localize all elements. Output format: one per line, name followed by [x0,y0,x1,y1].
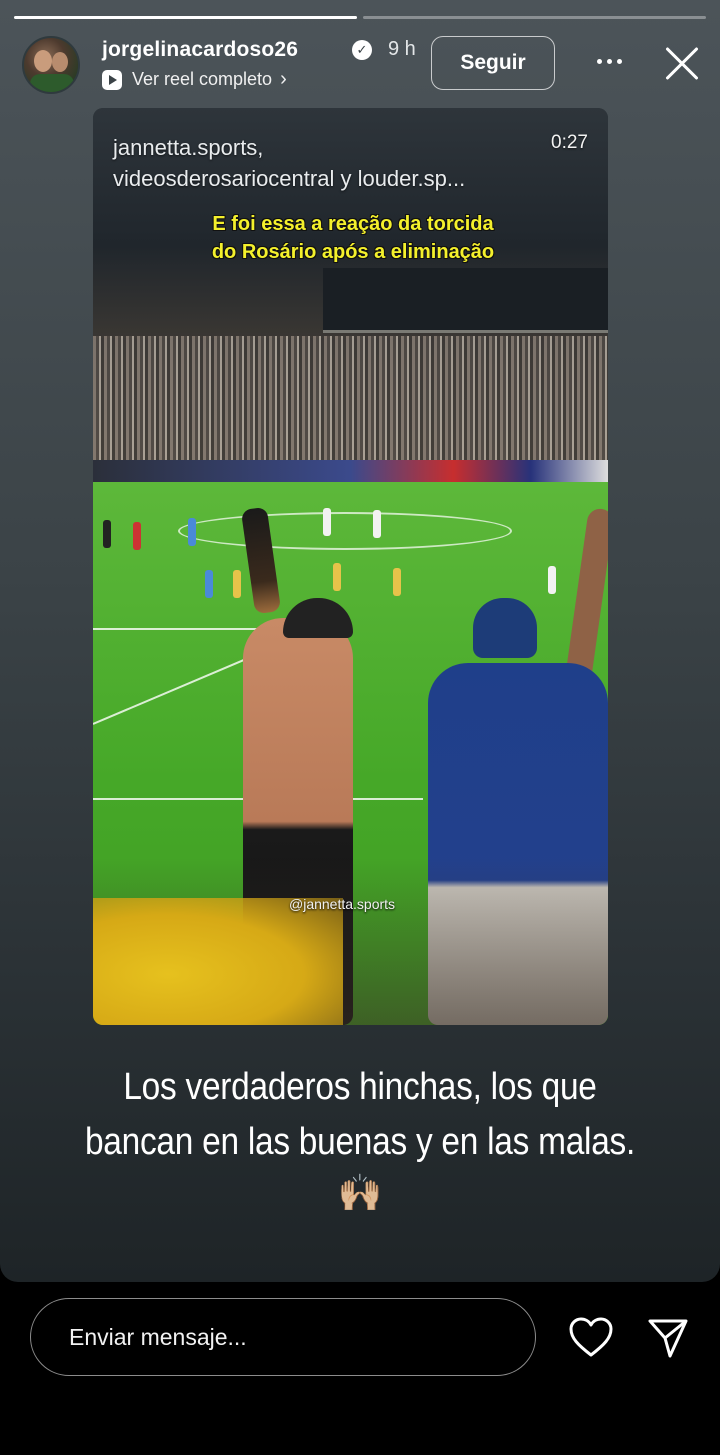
progress-segment-1 [14,16,357,19]
close-icon[interactable] [662,44,702,84]
reel-handles-line2: videosderosariocentral y louder.sp... [113,166,466,191]
message-placeholder: Enviar mensaje... [69,1324,247,1350]
avatar[interactable] [22,36,80,94]
story-caption-line2: bancan en las buenas y en las malas. [84,1121,636,1163]
reel-watermark: @jannetta.sports [289,896,396,912]
reel-link-label: Ver reel completo [132,69,273,89]
message-input[interactable]: Enviar mensaje... [30,1298,536,1376]
story-card[interactable]: jorgelinacardoso26 ✓ 9 h Ver reel comple… [0,0,720,1282]
reel-caption-line1: E foi essa a reação da torcida [212,213,494,235]
chevron-right-icon: › [280,68,287,90]
reel-handles-line1: jannetta.sports, [113,135,264,160]
story-caption: Los verdaderos hinchas, los que bancan e… [43,1060,677,1170]
reel-overlay-caption: E foi essa a reação da torcida do Rosári… [173,210,533,266]
reel-icon [102,69,122,90]
reel-duration: 0:27 [551,132,588,153]
more-icon[interactable] [592,46,626,76]
reel-handles: jannetta.sports, videosderosariocentral … [113,132,465,194]
heart-icon[interactable] [568,1316,614,1358]
view-full-reel-link[interactable]: Ver reel completo › [102,68,287,91]
send-icon[interactable] [646,1316,690,1360]
reel-preview[interactable]: jannetta.sports, videosderosariocentral … [93,108,608,1025]
raised-hands-emoji: 🙌🏼 [337,1173,383,1214]
story-header: jorgelinacardoso26 ✓ 9 h Ver reel comple… [22,36,698,96]
follow-button[interactable]: Seguir [431,36,555,90]
story-caption-line1: Los verdaderos hinchas, los que [123,1066,597,1108]
story-progress [14,16,706,19]
progress-segment-2 [363,16,706,19]
time-ago: 9 h [388,38,416,60]
verified-badge-icon: ✓ [352,40,372,60]
username[interactable]: jorgelinacardoso26 [102,38,298,62]
reel-caption-line2: do Rosário após a eliminação [211,241,495,263]
